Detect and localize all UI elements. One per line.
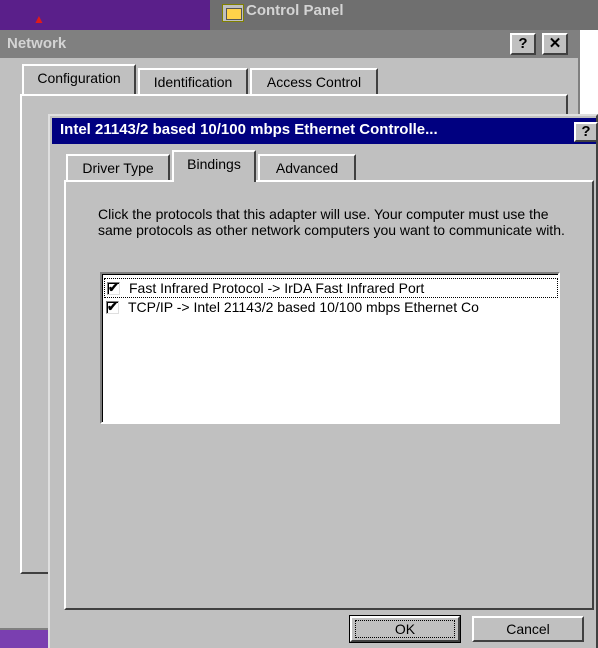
cancel-button[interactable]: Cancel [472,616,584,642]
network-title: Network [7,35,67,52]
tab-configuration[interactable]: Configuration [22,64,136,94]
check-icon: ✔ [107,299,118,314]
adapter-properties-dialog: Intel 21143/2 based 10/100 mbps Ethernet… [48,114,598,648]
adapter-dialog-title: Intel 21143/2 based 10/100 mbps Ethernet… [60,121,438,138]
list-item[interactable]: ✔ TCP/IP -> Intel 21143/2 based 10/100 m… [104,298,558,318]
network-titlebar[interactable]: Network ? ✕ [0,30,580,58]
tab-driver-type[interactable]: Driver Type [66,154,170,182]
desktop-icon-mark: ▲ [33,12,45,26]
adapter-titlebar[interactable]: Intel 21143/2 based 10/100 mbps Ethernet… [52,118,598,144]
adapter-help-button[interactable]: ? [574,122,598,142]
control-panel-icon [222,4,244,22]
check-icon: ✔ [108,280,119,295]
control-panel-title: Control Panel [246,2,344,19]
binding-label: Fast Infrared Protocol -> IrDA Fast Infr… [129,280,425,296]
bindings-list[interactable]: ✔ Fast Infrared Protocol -> IrDA Fast In… [100,272,560,424]
focus-rect [355,620,455,638]
binding-label: TCP/IP -> Intel 21143/2 based 10/100 mbp… [128,299,479,315]
network-help-button[interactable]: ? [510,33,536,55]
tab-access-control[interactable]: Access Control [250,68,378,96]
binding-checkbox[interactable]: ✔ [107,280,120,295]
network-close-button[interactable]: ✕ [542,33,568,55]
binding-checkbox[interactable]: ✔ [106,299,119,314]
ok-button[interactable]: OK [349,615,461,643]
tab-advanced[interactable]: Advanced [258,154,356,182]
list-item[interactable]: ✔ Fast Infrared Protocol -> IrDA Fast In… [104,278,558,298]
tab-identification[interactable]: Identification [138,68,248,96]
tab-bindings[interactable]: Bindings [172,150,256,182]
bindings-description: Click the protocols that this adapter wi… [98,206,565,238]
